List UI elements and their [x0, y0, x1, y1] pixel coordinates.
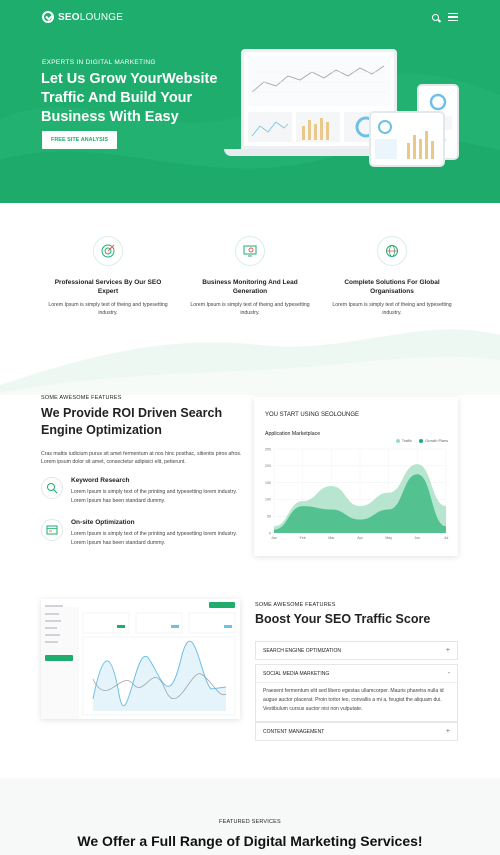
traffic-chart-card: YOU START USING SEOLOUNGE Application Ma…: [254, 397, 458, 556]
x-tick-label: Jun: [414, 536, 420, 540]
service-card: Complete Solutions For Global Organisati…: [332, 236, 452, 317]
chart-card-title: YOU START USING SEOLOUNGE: [265, 412, 360, 418]
y-tick-label: 0: [269, 531, 271, 535]
featured-services-section: FEATURED SERVICES We Offer a Full Range …: [0, 778, 500, 855]
y-tick-label: 100: [265, 498, 271, 502]
x-tick-label: Jan: [271, 536, 277, 540]
section-eyebrow: FEATURED SERVICES: [219, 819, 281, 825]
menu-icon[interactable]: [448, 13, 458, 21]
chart-card-subtitle: Application Marketplace: [265, 431, 321, 437]
feature-description: Cras mattis iudicium purus sit amet ferm…: [41, 451, 242, 465]
y-tick-label: 150: [265, 481, 271, 485]
accordion-header[interactable]: CONTENT MANAGEMENT +: [256, 723, 457, 740]
accordion-label: SEARCH ENGINE OPTIMIZATION: [263, 647, 341, 654]
keyword-icon: [41, 477, 63, 499]
y-tick-label: 200: [265, 464, 271, 468]
x-tick-label: Apr: [357, 536, 363, 540]
hero-eyebrow: EXPERTS IN DIGITAL MARKETING: [42, 59, 156, 66]
service-card: Professional Services By Our SEO Expert …: [48, 236, 168, 317]
logo-text-light: LOUNGE: [79, 11, 124, 23]
expand-icon[interactable]: +: [446, 647, 450, 654]
top-nav: SEO LOUNGE: [42, 9, 458, 25]
feature-item-keyword-research: Keyword Research Lorem Ipsum is simply t…: [41, 477, 246, 509]
legend-item-growth: Growth Plans: [419, 439, 448, 443]
feature-eyebrow: SOME AWESOME FEATURES: [41, 395, 122, 401]
hero-section: SEO LOUNGE EXPERTS IN DIGITAL MARKETING L…: [0, 0, 500, 203]
x-tick-label: May: [385, 536, 392, 540]
dashboard-mockup: [41, 599, 240, 719]
x-tick-label: Jul: [444, 536, 449, 540]
feature-item-text: Lorem Ipsum is simply text of the printi…: [71, 489, 237, 504]
feature-title: We Provide ROI Driven Search Engine Opti…: [41, 406, 223, 437]
logo[interactable]: SEO LOUNGE: [42, 11, 123, 23]
search-icon[interactable]: [432, 13, 439, 21]
accordion-header[interactable]: SEARCH ENGINE OPTIMIZATION +: [256, 642, 457, 659]
logo-text-bold: SEO: [58, 11, 80, 23]
browser-icon: [41, 519, 63, 541]
legend-item-traffic: Traffic: [395, 439, 412, 443]
accordion-body: Praesent fermentum elit sed libero egest…: [256, 682, 457, 721]
y-tick-label: 250: [265, 447, 271, 451]
target-icon: [93, 236, 123, 266]
dashboard-graphic: [41, 599, 240, 719]
service-title: Complete Solutions For Global Organisati…: [344, 279, 440, 295]
service-card: Business Monitoring And Lead Generation …: [190, 236, 310, 317]
feature-item-onsite-optimization: On-site Optimization Lorem Ipsum is simp…: [41, 519, 246, 551]
accordion-label: CONTENT MANAGEMENT: [263, 728, 325, 735]
feature-item-title: Keyword Research: [71, 477, 130, 484]
monitor-icon: [235, 236, 265, 266]
accordion-label: SOCIAL MEDIA MARKETING: [263, 670, 330, 677]
tablet-dashboard-graphic: [375, 120, 434, 159]
accordion-item-seo[interactable]: SEARCH ENGINE OPTIMIZATION +: [255, 641, 458, 660]
area-chart: 0 50 100 150 200 250 Jan Feb Mar Apr May Jun Jul: [265, 447, 449, 540]
feature-title: Boost Your SEO Traffic Score: [255, 612, 431, 626]
accordion-header[interactable]: SOCIAL MEDIA MARKETING -: [256, 665, 457, 682]
service-title: Professional Services By Our SEO Expert: [54, 279, 162, 295]
x-tick-label: Mar: [328, 536, 335, 540]
collapse-icon[interactable]: -: [448, 670, 450, 677]
chart-legend: Traffic Growth Plans: [395, 439, 448, 443]
x-tick-label: Feb: [300, 536, 306, 540]
globe-icon: [377, 236, 407, 266]
section-wave-decoration: [0, 329, 500, 395]
hero-title: Let Us Grow YourWebsite Traffic And Buil…: [41, 71, 218, 125]
feature-item-text: Lorem Ipsum is simply text of the printi…: [71, 531, 237, 546]
free-site-analysis-button[interactable]: FREE SITE ANALYSIS: [42, 131, 117, 149]
service-title: Business Monitoring And Lead Generation: [202, 279, 298, 295]
feature-eyebrow: SOME AWESOME FEATURES: [255, 602, 336, 608]
expand-icon[interactable]: +: [446, 728, 450, 735]
nav-icons: [432, 13, 458, 21]
accordion-item-content[interactable]: CONTENT MANAGEMENT +: [255, 722, 458, 741]
section-title: We Offer a Full Range of Digital Marketi…: [77, 833, 423, 849]
y-tick-label: 50: [267, 515, 271, 519]
accordion-item-social-media[interactable]: SOCIAL MEDIA MARKETING - Praesent fermen…: [255, 664, 458, 722]
feature-item-title: On-site Optimization: [71, 519, 135, 526]
tablet-illustration: [369, 111, 445, 167]
logo-check-icon: [42, 11, 54, 23]
